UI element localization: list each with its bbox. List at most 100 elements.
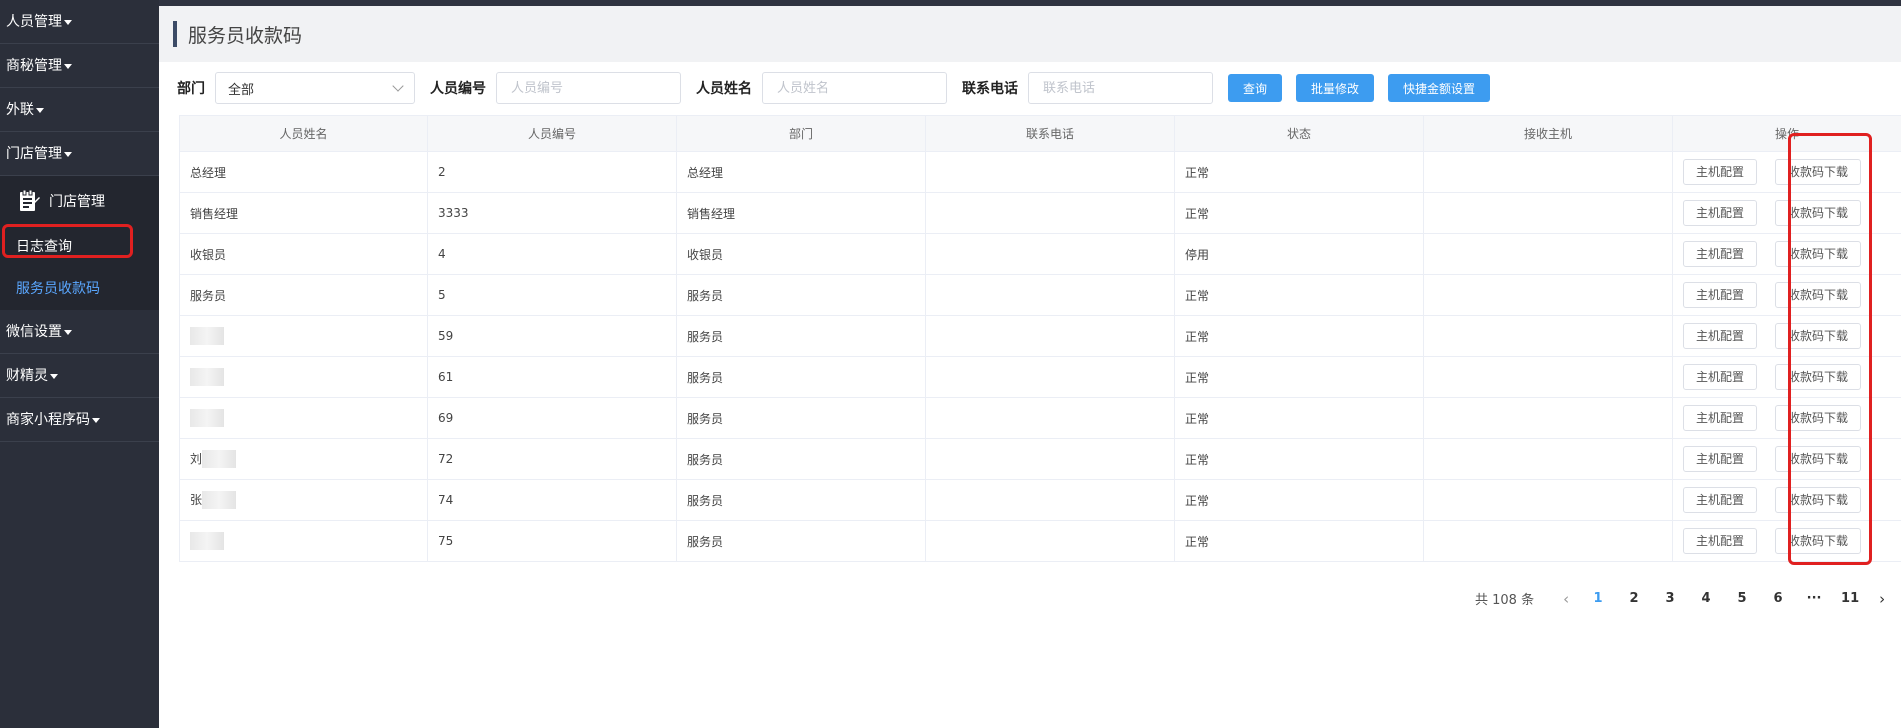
dept-select-value: 全部	[228, 82, 255, 98]
blurred-name	[202, 450, 237, 469]
page-number[interactable]: 5	[1724, 591, 1760, 606]
table-row: 59 服务员 正常 主机配置 收款码下载	[179, 315, 1901, 357]
sidebar-item-waiter-qrcode[interactable]: 服务员收款码	[0, 268, 159, 310]
main-content: 服务员收款码 部门 全部 人员编号 人员姓名 联系电话 查询 批量修改 快捷金额…	[159, 6, 1901, 728]
host-config-button[interactable]: 主机配置	[1683, 200, 1758, 226]
page-number[interactable]: 3	[1652, 591, 1688, 606]
caret-down-icon	[64, 19, 72, 25]
highlight-box-sidebar	[2, 224, 133, 258]
submenu-head[interactable]: 门店管理	[0, 176, 159, 226]
host-config-button[interactable]: 主机配置	[1683, 487, 1758, 513]
table-row: 总经理 2 总经理 正常 主机配置 收款码下载	[179, 151, 1901, 193]
cell-phone	[925, 520, 1175, 562]
cell-dept: 服务员	[676, 438, 926, 480]
highlight-box-download-column	[1788, 133, 1872, 565]
cell-status: 正常	[1174, 397, 1424, 439]
cell-dept-text: 服务员	[687, 452, 724, 467]
sidebar-menu-bottom-1[interactable]: 财精灵	[0, 354, 159, 398]
document-icon	[18, 189, 40, 213]
page-number[interactable]: ···	[1796, 591, 1832, 606]
cell-host	[1423, 192, 1673, 234]
sidebar-menu-top-3[interactable]: 门店管理	[0, 132, 159, 176]
blurred-name	[202, 491, 237, 510]
host-config-button[interactable]: 主机配置	[1683, 446, 1758, 472]
cell-status: 正常	[1174, 479, 1424, 521]
page-number[interactable]: 4	[1688, 591, 1724, 606]
query-button[interactable]: 查询	[1228, 74, 1283, 102]
sidebar-menu-label: 外联	[6, 102, 34, 118]
cell-phone	[925, 479, 1175, 521]
cell-phone	[925, 233, 1175, 275]
host-config-button[interactable]: 主机配置	[1683, 528, 1758, 554]
cell-name: 服务员	[179, 274, 428, 316]
sidebar-menu-top-2[interactable]: 外联	[0, 88, 159, 132]
name-label: 人员姓名	[696, 81, 752, 97]
cell-code-text: 69	[438, 411, 454, 425]
cell-host	[1423, 479, 1673, 521]
page-number[interactable]: 11	[1832, 591, 1868, 606]
cell-status-text: 正常	[1185, 370, 1210, 385]
title-accent-bar	[173, 21, 177, 47]
page-number[interactable]: 1	[1580, 591, 1616, 606]
page-number[interactable]: 2	[1616, 591, 1652, 606]
col-header-name: 人员姓名	[179, 115, 428, 152]
pagination-total: 共 108 条	[1475, 593, 1535, 608]
table-row: 收银员 4 收银员 停用 主机配置 收款码下载	[179, 233, 1901, 275]
table-row: 销售经理 3333 销售经理 正常 主机配置 收款码下载	[179, 192, 1901, 234]
next-page-icon[interactable]: ›	[1868, 590, 1896, 608]
cell-host	[1423, 274, 1673, 316]
cell-name-text: 服务员	[190, 288, 227, 303]
sidebar-menu-bottom-0[interactable]: 微信设置	[0, 310, 159, 354]
cell-dept: 服务员	[676, 397, 926, 439]
table-row: 服务员 5 服务员 正常 主机配置 收款码下载	[179, 274, 1901, 316]
col-header-code: 人员编号	[427, 115, 677, 152]
host-config-button[interactable]: 主机配置	[1683, 241, 1758, 267]
prev-page-icon[interactable]: ‹	[1552, 590, 1580, 608]
caret-down-icon	[64, 151, 72, 157]
sidebar-menu-top-0[interactable]: 人员管理	[0, 0, 159, 44]
caret-down-icon	[36, 107, 44, 113]
cell-phone	[925, 438, 1175, 480]
cell-dept-text: 服务员	[687, 411, 724, 426]
cell-name-text: 销售经理	[190, 206, 239, 221]
cell-name-text: 刘	[190, 451, 203, 466]
cell-name	[179, 397, 428, 439]
chevron-down-icon	[392, 80, 404, 92]
cell-code-text: 5	[438, 288, 446, 302]
host-config-button[interactable]: 主机配置	[1683, 364, 1758, 390]
cell-code: 61	[427, 356, 677, 398]
host-config-button[interactable]: 主机配置	[1683, 323, 1758, 349]
caret-down-icon	[64, 63, 72, 69]
batch-edit-button[interactable]: 批量修改	[1296, 74, 1375, 102]
sidebar-menu-top-1[interactable]: 商秘管理	[0, 44, 159, 88]
blurred-name	[190, 532, 224, 550]
sidebar-menu-label: 商家小程序码	[6, 412, 90, 428]
phone-input[interactable]	[1028, 72, 1213, 104]
table-row: 69 服务员 正常 主机配置 收款码下载	[179, 397, 1901, 439]
cell-status-text: 正常	[1185, 165, 1210, 180]
cell-host	[1423, 356, 1673, 398]
table-header-row: 人员姓名 人员编号 部门 联系电话 状态 接收主机 操作	[179, 115, 1901, 152]
cell-status: 正常	[1174, 315, 1424, 357]
cell-status-text: 正常	[1185, 329, 1210, 344]
name-input[interactable]	[762, 72, 947, 104]
cell-host	[1423, 438, 1673, 480]
cell-status: 正常	[1174, 274, 1424, 316]
cell-name	[179, 520, 428, 562]
caret-down-icon	[64, 329, 72, 335]
cell-name-text: 张	[190, 492, 203, 507]
sidebar-menu-bottom-2[interactable]: 商家小程序码	[0, 398, 159, 442]
page-number[interactable]: 6	[1760, 591, 1796, 606]
dept-select[interactable]: 全部	[215, 72, 415, 104]
table-row: 刘 72 服务员 正常 主机配置 收款码下载	[179, 438, 1901, 480]
cell-dept: 服务员	[676, 356, 926, 398]
host-config-button[interactable]: 主机配置	[1683, 405, 1758, 431]
host-config-button[interactable]: 主机配置	[1683, 159, 1758, 185]
code-input[interactable]	[496, 72, 681, 104]
quick-amount-button[interactable]: 快捷金额设置	[1388, 74, 1491, 102]
host-config-button[interactable]: 主机配置	[1683, 282, 1758, 308]
cell-status: 正常	[1174, 438, 1424, 480]
cell-dept-text: 服务员	[687, 534, 724, 549]
cell-phone	[925, 274, 1175, 316]
cell-status-text: 正常	[1185, 452, 1210, 467]
